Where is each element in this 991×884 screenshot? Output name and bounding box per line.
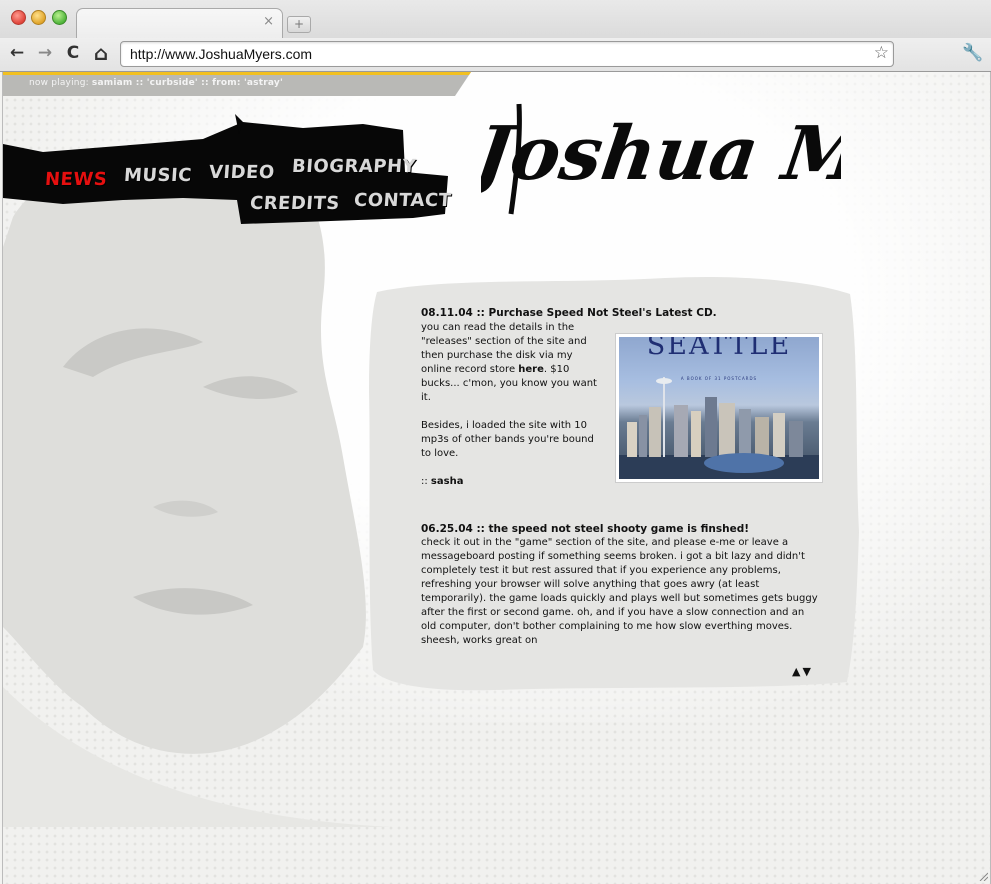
window-resize-grip-icon[interactable]	[978, 871, 988, 881]
scroll-up-icon[interactable]: ▲	[792, 665, 802, 678]
browser-toolbar: ← → C ⌂ http://www.JoshuaMyers.com ☆ 🔧	[0, 38, 991, 71]
minimize-window-button[interactable]	[31, 10, 46, 25]
nav-contact[interactable]: CONTACT	[353, 190, 452, 211]
post-title: 08.11.04 :: Purchase Speed Not Steel's L…	[421, 307, 717, 319]
zoom-window-button[interactable]	[52, 10, 67, 25]
post-title: 06.25.04 :: the speed not steel shooty g…	[421, 523, 750, 535]
post-body: you can read the details in the "release…	[421, 321, 599, 503]
web-page: now playing: samiam :: 'curbside' :: fro…	[2, 72, 991, 884]
nav-video[interactable]: VIDEO	[208, 162, 275, 183]
tab-close-icon[interactable]: ×	[263, 14, 274, 29]
bookmark-star-icon[interactable]: ☆	[874, 43, 889, 63]
skyline-graphic	[619, 377, 819, 479]
post-paragraph: Besides, i loaded the site with 10 mp3s …	[421, 420, 594, 459]
store-link[interactable]: here	[518, 364, 544, 375]
seattle-postcard-image: SEATTLE A BOOK OF 31 POSTCARDS	[616, 334, 822, 482]
url-text[interactable]: http://www.JoshuaMyers.com	[130, 46, 312, 62]
nav-music[interactable]: MUSIC	[123, 165, 192, 186]
svg-text:Joshua Myers: Joshua Myers	[481, 109, 841, 197]
joshua-myers-logo: Joshua Myers	[481, 103, 841, 215]
reload-icon[interactable]: C	[62, 42, 84, 64]
forward-arrow-icon[interactable]: →	[34, 42, 56, 64]
close-window-button[interactable]	[11, 10, 26, 25]
signature-name: sasha	[430, 476, 464, 487]
browser-tab[interactable]: ×	[76, 8, 283, 39]
now-playing-text: now playing: samiam :: 'curbside' :: fro…	[29, 78, 283, 88]
nav-news[interactable]: NEWS	[44, 169, 108, 190]
back-arrow-icon[interactable]: ←	[6, 42, 28, 64]
new-tab-button[interactable]: +	[287, 16, 311, 33]
post-paragraph: you can read the details in the "release…	[421, 321, 599, 405]
news-post: 06.25.04 :: the speed not steel shooty g…	[421, 522, 826, 648]
address-bar[interactable]: http://www.JoshuaMyers.com ☆	[120, 41, 894, 67]
news-post: 08.11.04 :: Purchase Speed Not Steel's L…	[421, 306, 826, 487]
scroll-arrows: ▲▼	[792, 665, 813, 678]
browser-chrome: × + ← → C ⌂ http://www.JoshuaMyers.com ☆…	[0, 0, 991, 72]
wrench-menu-icon[interactable]: 🔧	[962, 43, 983, 63]
post-body: check it out in the "game" section of th…	[421, 537, 818, 646]
post-signature: :: sasha	[421, 475, 599, 489]
now-playing-track: samiam :: 'curbside' :: from: 'astray'	[91, 78, 283, 88]
now-playing-label: now playing:	[29, 78, 89, 88]
scroll-down-icon[interactable]: ▼	[802, 665, 812, 678]
nav-credits[interactable]: CREDITS	[249, 193, 340, 214]
nav-biography[interactable]: BIOGRAPHY	[291, 156, 417, 177]
signature-prefix: ::	[421, 476, 431, 487]
home-icon[interactable]: ⌂	[90, 42, 112, 64]
now-playing-bar: now playing: samiam :: 'curbside' :: fro…	[3, 72, 471, 96]
